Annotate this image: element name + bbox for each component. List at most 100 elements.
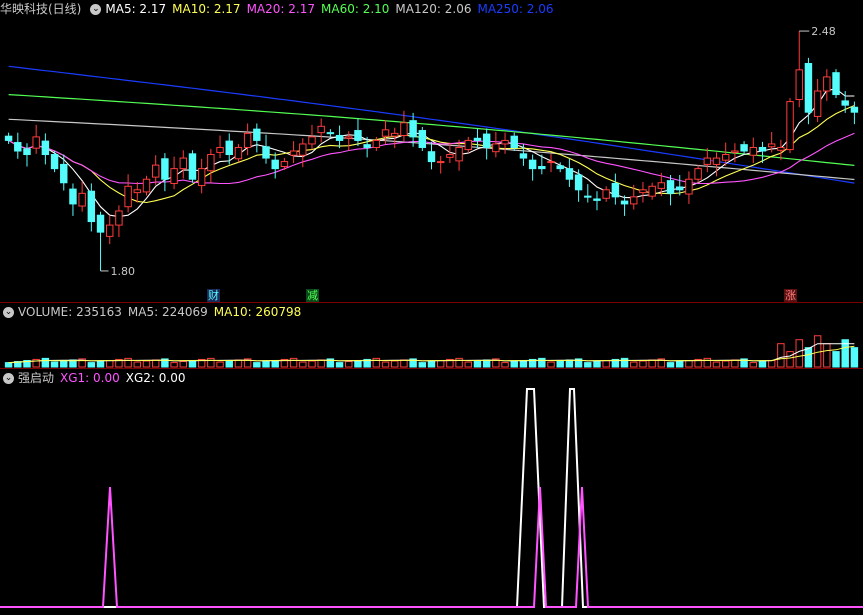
volume-bar	[436, 359, 445, 368]
volume-bar	[795, 339, 803, 368]
candle-body	[69, 188, 77, 205]
candle-body	[409, 120, 417, 138]
candle-body	[455, 146, 463, 162]
volume-bar	[372, 357, 381, 368]
candle-body	[170, 168, 178, 184]
volume-bar	[786, 351, 794, 368]
volume-bar	[142, 360, 151, 368]
volume-bar	[593, 361, 601, 368]
volume-bar	[519, 359, 528, 368]
volume-bar	[50, 361, 59, 368]
candle-body	[14, 142, 22, 152]
volume-bar	[289, 357, 298, 368]
candle-body	[96, 214, 105, 233]
volume-bar	[501, 362, 509, 368]
volume-bar	[639, 360, 647, 368]
volume-bar	[317, 359, 325, 368]
candle-body	[4, 135, 13, 141]
volume-bar	[538, 357, 546, 368]
candle-body	[115, 210, 123, 226]
candle-body	[317, 125, 325, 134]
candle-body	[289, 150, 298, 156]
high-price-label: 2.48	[811, 25, 836, 38]
volume-bar	[804, 347, 813, 368]
candle-body	[703, 157, 712, 165]
candle-body	[391, 132, 399, 137]
volume-bar	[345, 361, 353, 368]
candle-body	[207, 154, 215, 172]
volume-bar	[391, 360, 399, 368]
ma5-label: MA5: 2.17	[105, 2, 167, 16]
ma60-label: MA60: 2.10	[321, 2, 390, 16]
candle-body	[712, 157, 721, 165]
volume-bar	[262, 361, 270, 368]
volume-bar	[556, 360, 564, 368]
candle-body	[593, 198, 601, 201]
stock-title[interactable]: 华映科技(日线)	[0, 0, 81, 18]
candle-body	[620, 200, 629, 205]
vol-ma10-label: MA10: 260798	[213, 305, 302, 319]
volume-bar	[124, 357, 132, 368]
indicator-chart[interactable]	[0, 369, 863, 615]
vol-ma10-line	[8, 345, 855, 364]
candle-body	[381, 129, 390, 137]
candle-body	[271, 159, 279, 170]
volume-bar	[299, 361, 307, 368]
volume-bar	[565, 359, 574, 368]
volume-bar	[584, 362, 592, 368]
volume-bar	[106, 359, 114, 368]
tag-cai[interactable]: 财	[207, 289, 220, 302]
candle-body	[823, 76, 831, 92]
volume-bar	[648, 359, 656, 368]
volume-bar	[685, 359, 693, 368]
candle-body	[676, 186, 684, 191]
candle-body	[60, 163, 68, 184]
candle-body	[216, 146, 224, 153]
price-pane: 2.48 1.80 华映科技(日线) ⌄ MA5: 2.17 MA10: 2.17…	[0, 0, 863, 305]
volume-bar	[832, 351, 840, 368]
candle-body	[639, 189, 647, 194]
candle-body	[565, 168, 574, 180]
indicator-title[interactable]: 强启动	[18, 369, 54, 387]
candle-body	[446, 154, 454, 158]
chevron-down-icon[interactable]: ⌄	[3, 372, 14, 384]
candle-body	[363, 144, 371, 148]
candle-body	[538, 166, 546, 170]
candle-body	[335, 134, 344, 141]
candle-body	[142, 178, 151, 193]
candle-body	[41, 140, 50, 156]
candle-body	[326, 132, 335, 135]
volume-bar	[400, 359, 408, 368]
volume-header: ⌄ VOLUME: 235163 MA5: 224069 MA10: 26079…	[0, 303, 307, 321]
tag-jian[interactable]: 减	[306, 289, 319, 302]
candlestick-chart[interactable]: 2.48 1.80	[0, 0, 863, 305]
candle-body	[124, 185, 132, 208]
volume-label: VOLUME: 235163	[18, 305, 122, 319]
candle-body	[740, 144, 748, 152]
candle-body	[32, 136, 40, 149]
candle-body	[666, 180, 675, 194]
candle-body	[501, 139, 509, 145]
volume-bar	[133, 361, 142, 368]
candle-body	[510, 135, 518, 148]
candle-body	[354, 130, 362, 141]
chevron-down-icon[interactable]: ⌄	[3, 306, 14, 318]
volume-bar	[721, 360, 730, 368]
candle-body	[225, 140, 233, 156]
candle-body	[574, 174, 583, 191]
candle-body	[630, 196, 638, 205]
chevron-down-icon[interactable]: ⌄	[90, 3, 102, 15]
candle-body	[482, 133, 491, 148]
candle-body	[253, 128, 261, 141]
tag-zhang[interactable]: 涨	[784, 289, 797, 302]
candle-body	[179, 157, 187, 170]
ma20-label: MA20: 2.17	[246, 2, 315, 16]
candle-body	[106, 224, 114, 237]
volume-bar	[823, 343, 831, 368]
indicator-header: ⌄ 强启动 XG1: 0.00 XG2: 0.00	[0, 369, 191, 387]
volume-pane: ⌄ VOLUME: 235163 MA5: 224069 MA10: 26079…	[0, 303, 863, 369]
candle-body	[427, 151, 436, 163]
candle-body	[694, 168, 702, 180]
candle-body	[78, 192, 86, 207]
candle-body	[731, 150, 739, 153]
